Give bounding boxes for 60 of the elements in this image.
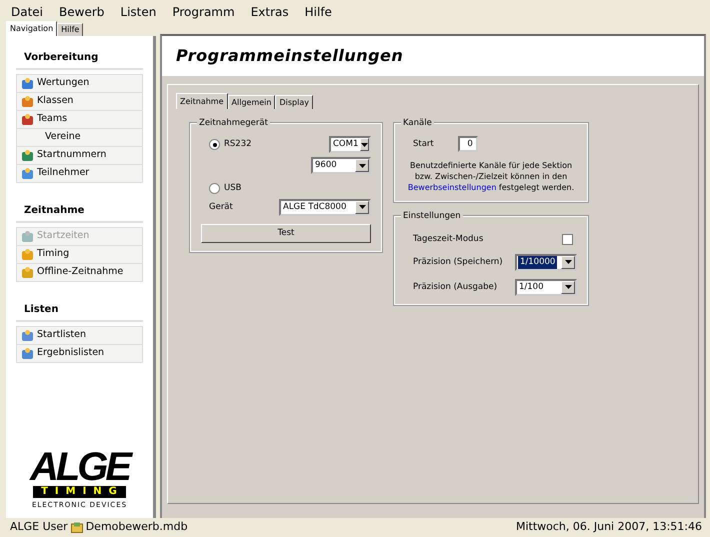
- file-name: Demobewerb.mdb: [86, 519, 188, 536]
- sidebar-item[interactable]: Timing: [16, 245, 143, 264]
- app-icon: [21, 248, 34, 261]
- app-icon: [21, 113, 34, 126]
- field-label: Start: [413, 138, 434, 150]
- dropdown[interactable]: 1/100: [515, 278, 577, 296]
- test-button[interactable]: Test: [201, 224, 371, 243]
- radio-button[interactable]: [209, 139, 220, 150]
- menu-item[interactable]: Datei: [10, 3, 44, 21]
- tab[interactable]: Hilfe: [57, 23, 84, 36]
- app-icon: [21, 266, 34, 279]
- date-time: Mittwoch, 06. Juni 2007, 13:51:46: [516, 519, 702, 536]
- settings-link[interactable]: Bewerbseinstellungen: [408, 183, 496, 192]
- sidebar-item[interactable]: Wertungen: [16, 74, 143, 93]
- sidebar-item[interactable]: Teilnehmer: [16, 164, 143, 183]
- app-icon: [21, 347, 34, 360]
- dropdown[interactable]: 9600: [311, 157, 371, 174]
- app-icon: [21, 167, 34, 180]
- app-icon: [21, 95, 34, 108]
- radio-label: USB: [224, 182, 242, 195]
- group-title: Zeitnahmegerät: [197, 117, 270, 130]
- menu-item[interactable]: Bewerb: [58, 3, 106, 21]
- app-icon: [21, 329, 34, 342]
- app-icon: [21, 77, 34, 90]
- field-label: Präzision (Speichern): [413, 256, 503, 269]
- sidebar-item[interactable]: Offline-Zeitnahme: [16, 263, 143, 282]
- tab[interactable]: Allgemein: [228, 95, 276, 109]
- menu-item[interactable]: Hilfe: [304, 3, 333, 21]
- sidebar-item[interactable]: Vereine: [16, 128, 143, 147]
- menu-item[interactable]: Extras: [250, 3, 290, 21]
- menu-item[interactable]: Listen: [119, 3, 158, 21]
- sidebar-item[interactable]: Startnummern: [16, 146, 143, 165]
- dropdown[interactable]: COM1: [329, 136, 371, 153]
- database-icon: [70, 522, 83, 533]
- dropdown[interactable]: ALGE TdC8000: [279, 198, 371, 216]
- app-icon: [21, 149, 34, 162]
- user-name: ALGE User: [10, 519, 68, 536]
- dropdown[interactable]: 1/10000: [515, 254, 577, 271]
- group-title: Einstellungen: [401, 210, 463, 223]
- radio-label: RS232: [224, 138, 252, 151]
- tab[interactable]: Zeitnahme: [176, 93, 228, 109]
- section-heading: Listen: [16, 294, 143, 322]
- tab[interactable]: Display: [275, 95, 313, 109]
- checkbox[interactable]: [562, 234, 573, 245]
- note-text: Benutzdefinierte Kanäle für jede Sektion bzw. Zwischen-/Zielzeit können in den Bewerbseinstellungen festgelegt werden.: [406, 160, 576, 193]
- sidebar-item[interactable]: Ergebnislisten: [16, 344, 143, 363]
- sidebar-item[interactable]: Klassen: [16, 92, 143, 111]
- section-heading: Zeitnahme: [16, 195, 143, 223]
- field-label: Präzision (Ausgabe): [413, 280, 498, 294]
- number-input[interactable]: 0: [458, 136, 478, 152]
- tab[interactable]: Navigation: [6, 21, 58, 36]
- field-label: Gerät: [209, 200, 233, 214]
- section-heading: Vorbereitung: [16, 42, 143, 70]
- radio-button[interactable]: [209, 182, 220, 194]
- sidebar-item[interactable]: Startlisten: [16, 326, 143, 345]
- field-label: Tageszeit-Modus: [413, 233, 484, 246]
- menu-item[interactable]: Programm: [171, 3, 236, 21]
- app-icon: [21, 230, 34, 243]
- page-title: Programmeinstellungen: [176, 45, 404, 67]
- sidebar-item[interactable]: Teams: [16, 110, 143, 129]
